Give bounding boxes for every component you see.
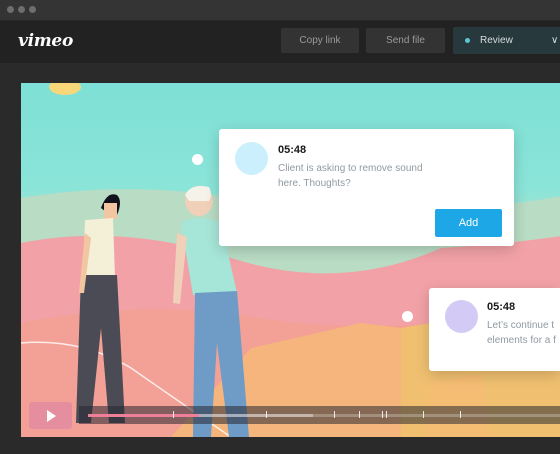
comment-timestamp[interactable]: 05:48	[487, 301, 515, 313]
comment-card: 05:48 Client is asking to remove sound h…	[219, 129, 514, 246]
avatar	[445, 300, 478, 333]
comment-text-line: Client is asking to remove sound	[278, 163, 423, 174]
comment-text-line: here. Thoughts?	[278, 178, 351, 189]
copy-link-button[interactable]: Copy link	[281, 28, 359, 53]
comment-tick[interactable]	[359, 411, 360, 418]
comment-text-line: elements for a f	[487, 335, 556, 346]
sun-shape	[49, 83, 81, 95]
comment-tick[interactable]	[334, 411, 335, 418]
player-controls	[21, 397, 560, 437]
send-file-button[interactable]: Send file	[366, 28, 445, 53]
window-titlebar	[0, 0, 560, 21]
comment-tick[interactable]	[386, 411, 387, 418]
comment-text-line: Let’s continue t	[487, 320, 555, 331]
comment-tick[interactable]	[423, 411, 424, 418]
avatar	[235, 142, 268, 175]
review-label: Review	[480, 35, 513, 46]
comment-tick[interactable]	[382, 411, 383, 418]
comment-marker-dot[interactable]	[192, 154, 203, 165]
app-header: vimeo Copy link Send file Review ∨	[0, 21, 560, 63]
chevron-down-icon: ∨	[551, 35, 559, 46]
scrubber[interactable]	[79, 406, 560, 424]
review-status-dot	[465, 38, 470, 43]
comment-marker-dot[interactable]	[402, 311, 413, 322]
comment-tick[interactable]	[266, 411, 267, 418]
comment-tick[interactable]	[173, 411, 174, 418]
comment-card: 05:48 Let’s continue t elements for a f	[429, 288, 560, 371]
vimeo-logo[interactable]: vimeo	[18, 29, 73, 53]
minimize-window-dot[interactable]	[18, 6, 25, 13]
played-bar	[88, 414, 199, 417]
review-status-dropdown[interactable]: Review ∨	[453, 27, 560, 54]
add-comment-button[interactable]: Add	[435, 209, 502, 237]
comment-timestamp[interactable]: 05:48	[278, 144, 306, 156]
play-button[interactable]	[29, 402, 72, 429]
play-icon	[47, 410, 56, 422]
comment-tick[interactable]	[460, 411, 461, 418]
close-window-dot[interactable]	[7, 6, 14, 13]
maximize-window-dot[interactable]	[29, 6, 36, 13]
